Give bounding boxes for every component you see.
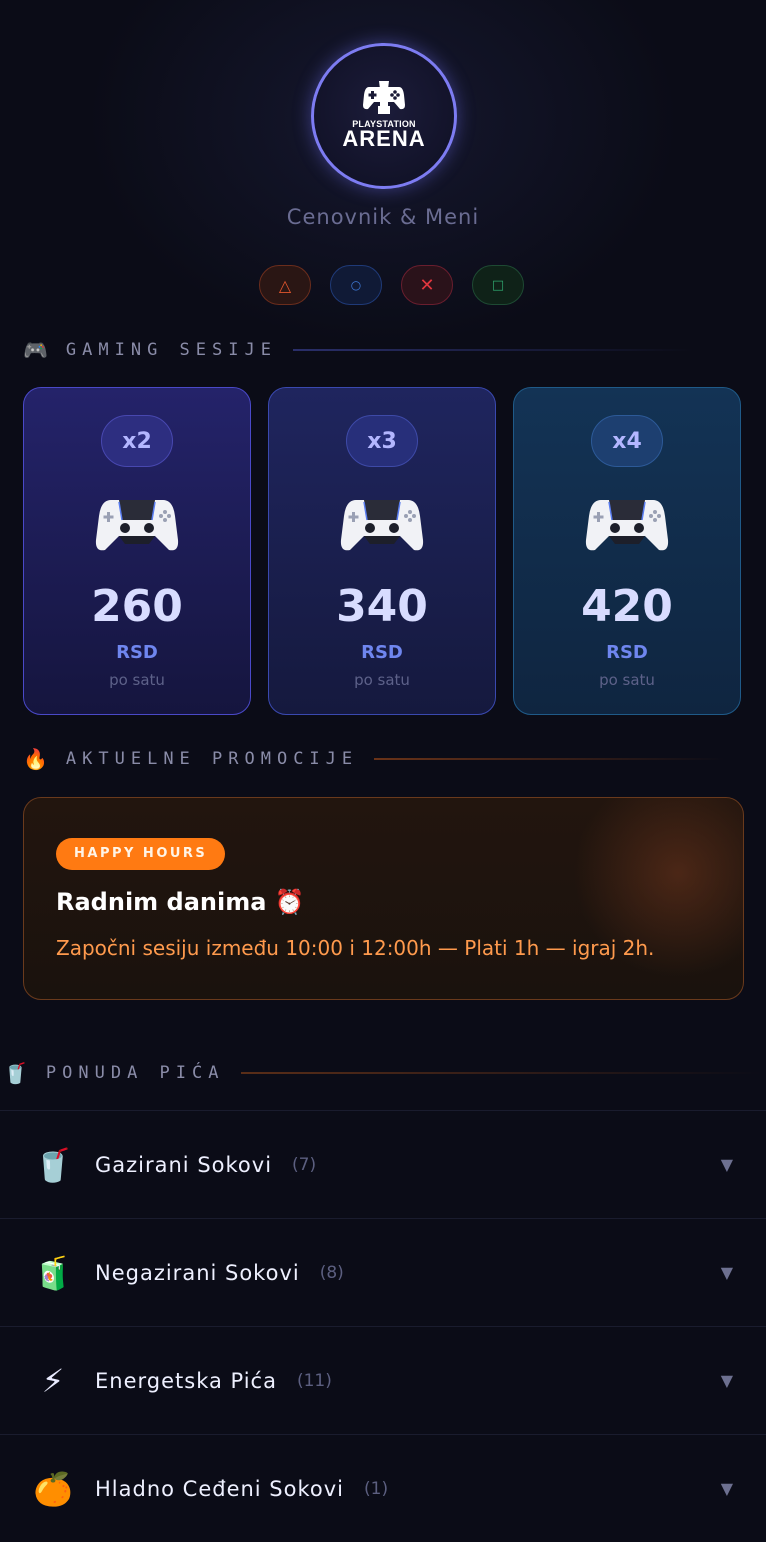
section-divider — [292, 349, 693, 351]
category-row-hladno-cedjeni[interactable]: 🍊 Hladno Ceđeni Sokovi (1) ▼ — [0, 1434, 766, 1542]
price-unit: po satu — [599, 671, 655, 689]
playstation-symbols: △ ○ ✕ □ — [259, 265, 524, 305]
controller-icon — [585, 500, 669, 551]
category-row-gazirani[interactable]: 🥤 Gazirani Sokovi (7) ▼ — [0, 1110, 766, 1218]
gaming-session-cards: x2 260 RSD po satu x3 340 RSD po satu x4… — [23, 387, 741, 715]
category-count: (11) — [296, 1370, 332, 1391]
chevron-down-icon[interactable]: ▼ — [721, 1479, 733, 1498]
controller-trophy-icon — [363, 81, 405, 114]
soda-cup-icon: 🥤 — [33, 1145, 73, 1184]
session-price: 260 — [91, 581, 183, 632]
category-count: (8) — [319, 1262, 344, 1283]
section-header-drinks: 🥤 PONUDA PIĆA — [3, 1061, 761, 1085]
category-name: Gazirani Sokovi — [95, 1152, 273, 1177]
section-title-drinks: PONUDA PIĆA — [45, 1063, 225, 1083]
promo-description: Započni sesiju između 10:00 i 12:00h — P… — [56, 936, 655, 960]
cross-symbol-icon: ✕ — [401, 265, 453, 305]
category-name: Energetska Pića — [95, 1368, 277, 1393]
category-row-negazirani[interactable]: 🧃 Negazirani Sokovi (8) ▼ — [0, 1218, 766, 1326]
category-row-energetska[interactable]: ⚡ Energetska Pića (11) ▼ — [0, 1326, 766, 1434]
chevron-down-icon[interactable]: ▼ — [721, 1155, 733, 1174]
cup-icon: 🥤 — [3, 1061, 28, 1085]
circle-symbol-icon: ○ — [330, 265, 382, 305]
session-card-x4: x4 420 RSD po satu — [513, 387, 741, 715]
category-name: Negazirani Sokovi — [95, 1260, 300, 1285]
fire-icon: 🔥 — [23, 747, 48, 771]
square-symbol-icon: □ — [472, 265, 524, 305]
promo-tag: HAPPY HOURS — [56, 838, 226, 870]
gamepad-icon: 🎮 — [23, 338, 48, 362]
section-header-promotions: 🔥 AKTUELNE PROMOCIJE — [23, 747, 725, 771]
controller-icon — [95, 500, 179, 551]
section-divider — [374, 758, 725, 760]
session-card-x2: x2 260 RSD po satu — [23, 387, 251, 715]
logo-title: ARENA — [342, 126, 426, 151]
triangle-symbol-icon: △ — [259, 265, 311, 305]
price-currency: RSD — [606, 642, 648, 663]
price-unit: po satu — [109, 671, 165, 689]
playstation-arena-logo: PLAYSTATION ARENA — [311, 43, 457, 189]
promo-card-happy-hours: HAPPY HOURS Radnim danima ⏰ Započni sesi… — [23, 797, 744, 1000]
price-unit: po satu — [354, 671, 410, 689]
controller-icon — [340, 500, 424, 551]
session-price: 420 — [581, 581, 673, 632]
player-count-badge: x4 — [591, 415, 663, 467]
drinks-category-list: 🥤 Gazirani Sokovi (7) ▼ 🧃 Negazirani Sok… — [0, 1110, 766, 1542]
session-price: 340 — [336, 581, 428, 632]
juice-box-icon: 🧃 — [33, 1253, 73, 1292]
player-count-badge: x3 — [346, 415, 418, 467]
category-count: (1) — [364, 1478, 389, 1499]
category-name: Hladno Ceđeni Sokovi — [95, 1476, 345, 1501]
chevron-down-icon[interactable]: ▼ — [721, 1263, 733, 1282]
category-count: (7) — [292, 1154, 317, 1175]
section-header-gaming: 🎮 GAMING SESIJE — [23, 338, 693, 362]
price-currency: RSD — [361, 642, 403, 663]
section-title-gaming: GAMING SESIJE — [65, 340, 277, 360]
section-title-promotions: AKTUELNE PROMOCIJE — [65, 749, 359, 769]
session-card-x3: x3 340 RSD po satu — [268, 387, 496, 715]
chevron-down-icon[interactable]: ▼ — [721, 1371, 733, 1390]
section-divider — [240, 1072, 761, 1074]
price-currency: RSD — [116, 642, 158, 663]
orange-icon: 🍊 — [33, 1469, 73, 1508]
promo-title: Radnim danima ⏰ — [56, 888, 305, 916]
lightning-icon: ⚡ — [41, 1361, 65, 1400]
player-count-badge: x2 — [101, 415, 173, 467]
page-subtitle: Cenovnik & Meni — [286, 205, 480, 229]
